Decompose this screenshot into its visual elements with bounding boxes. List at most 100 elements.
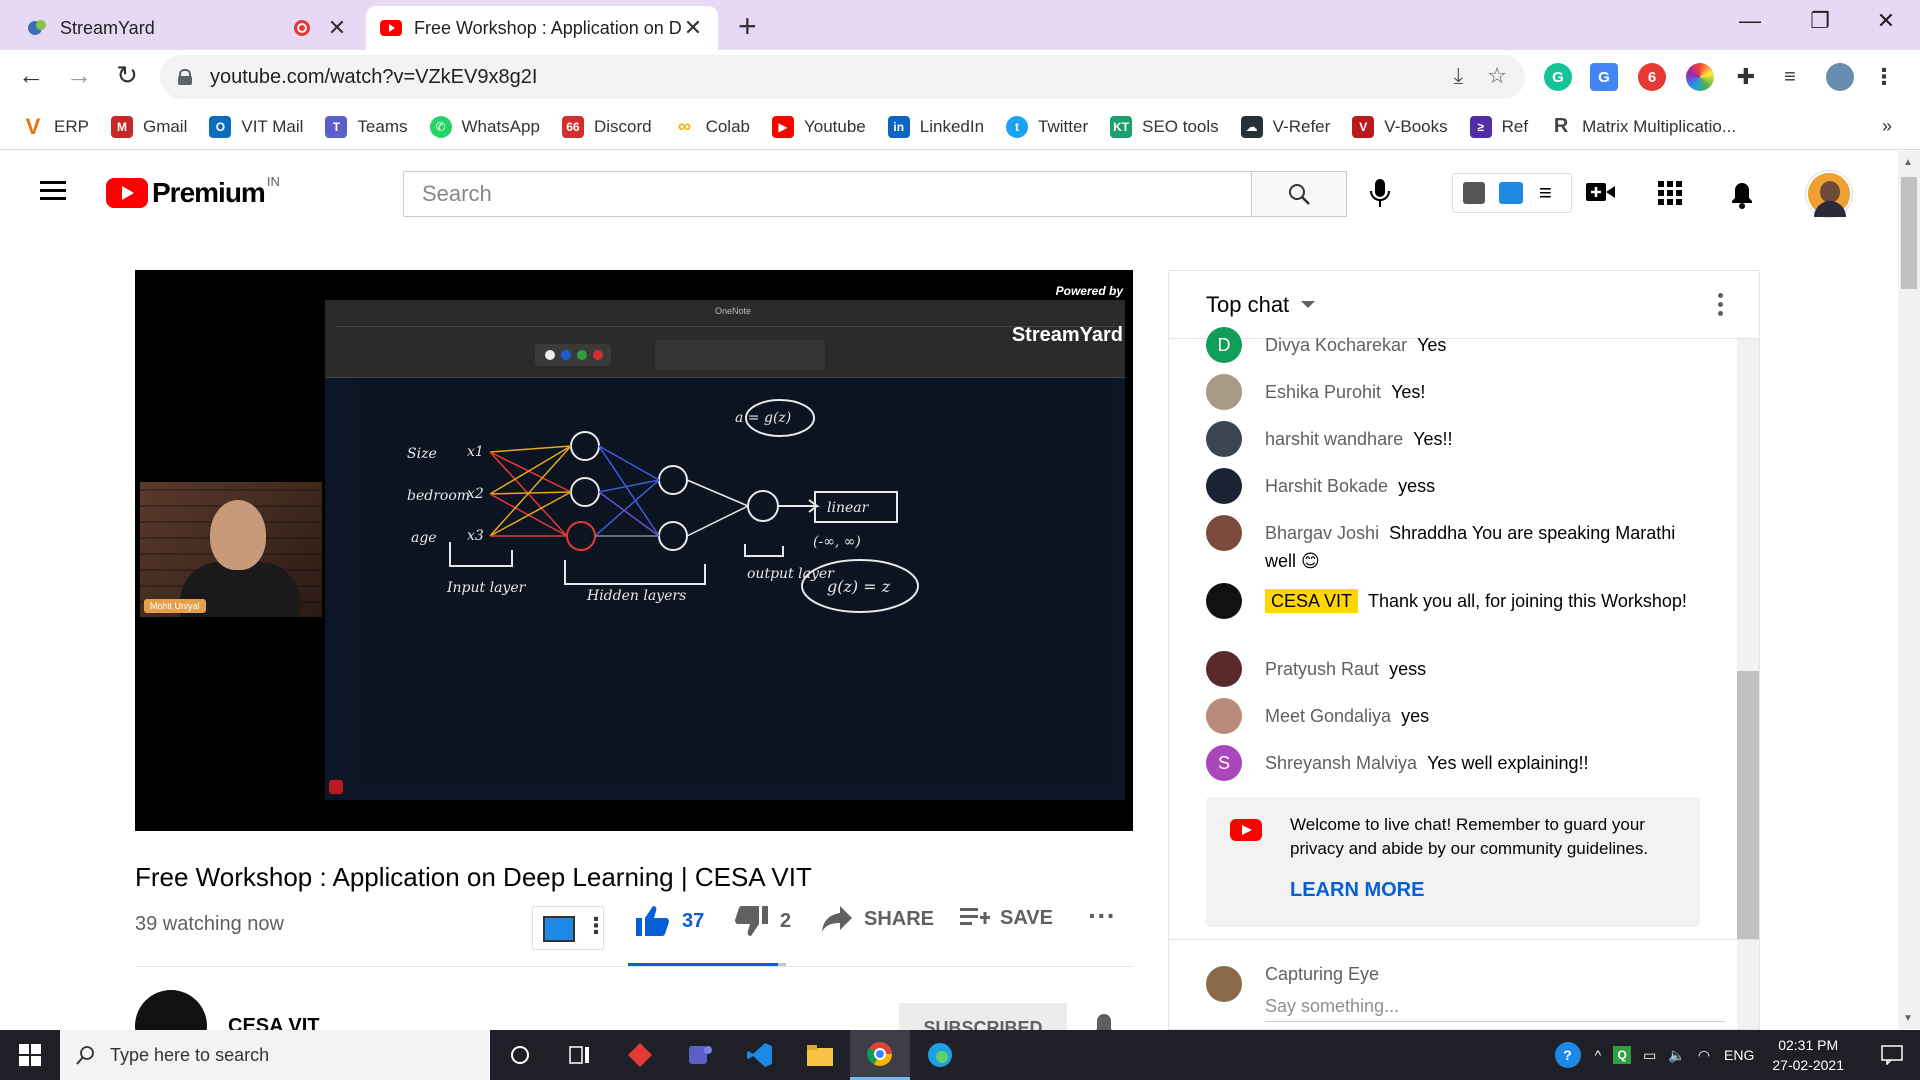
back-icon[interactable]: ← [14, 60, 48, 91]
scroll-up-icon[interactable]: ▲ [1903, 157, 1913, 168]
list-icon[interactable]: ≡ [1539, 180, 1552, 206]
search-icon [1289, 184, 1310, 205]
bookmark-v-refer[interactable]: ☁ V-Refer [1240, 115, 1330, 138]
git-app-icon[interactable] [610, 1030, 670, 1080]
taskbar-search[interactable]: Type here to search [60, 1030, 490, 1080]
more-vert-icon[interactable]: ⋮ [585, 913, 607, 939]
wifi-icon[interactable]: ◠ [1698, 1047, 1710, 1064]
language-indicator[interactable]: ENG [1724, 1047, 1754, 1063]
bookmark-ref[interactable]: ≥ Ref [1469, 115, 1528, 138]
dislike-button[interactable]: 2 [734, 906, 791, 936]
share-button[interactable]: SHARE [822, 906, 934, 932]
file-explorer-icon[interactable] [790, 1030, 850, 1080]
bookmark-seo-tools[interactable]: KT SEO tools [1110, 115, 1219, 138]
extension-badge-icon[interactable]: 6 [1638, 63, 1666, 91]
browser-menu-icon[interactable]: ⋮ [1870, 63, 1898, 91]
new-tab-button[interactable]: + [738, 8, 757, 45]
chat-message[interactable]: Eshika Purohit Yes! [1169, 374, 1737, 410]
tab-youtube-workshop[interactable]: Free Workshop : Application on D ✕ [366, 6, 718, 50]
more-actions-icon[interactable]: ··· [1088, 900, 1116, 932]
chat-message[interactable]: Meet Gondaliya yes [1169, 698, 1737, 734]
notifications-icon[interactable] [1864, 1030, 1920, 1080]
bookmark-vit-mail[interactable]: O VIT Mail [209, 115, 303, 138]
iq-extension-button[interactable]: ⋮ [532, 906, 607, 950]
close-tab-icon[interactable]: ✕ [326, 15, 348, 41]
page-scrollbar[interactable]: ▲ ▼ [1898, 151, 1920, 1029]
battery-icon[interactable]: ▭ [1643, 1047, 1656, 1064]
qbittorrent-icon[interactable]: Q [1613, 1046, 1632, 1064]
scroll-down-icon[interactable]: ▼ [1903, 1013, 1913, 1024]
extensions-puzzle-icon[interactable]: ✚ [1732, 63, 1760, 91]
create-video-icon[interactable] [1586, 181, 1616, 208]
chat-message[interactable]: Bhargav Joshi Shraddha You are speaking M… [1169, 515, 1737, 575]
forward-icon[interactable]: → [62, 60, 96, 91]
chat-message[interactable]: S Shreyansh Malviya Yes well explaining!! [1169, 745, 1737, 781]
color-picker-icon[interactable] [1686, 63, 1714, 91]
whatsapp-icon: ✆ [429, 115, 452, 138]
help-icon[interactable]: ? [1554, 1042, 1581, 1068]
youtube-premium-logo[interactable]: Premium IN [106, 174, 280, 209]
chat-message[interactable]: Harshit Bokade yess [1169, 468, 1737, 504]
tab-streamyard[interactable]: StreamYard ✕ [12, 6, 362, 50]
bookmark-gmail[interactable]: M Gmail [110, 115, 187, 138]
voice-search-icon[interactable] [1368, 177, 1392, 214]
volume-icon[interactable]: 🔈 [1668, 1047, 1685, 1064]
edge-icon[interactable] [910, 1030, 970, 1080]
tray-expand-icon[interactable]: ^ [1595, 1047, 1602, 1063]
install-app-icon[interactable]: ⤓ [1454, 63, 1464, 89]
chat-message-input[interactable]: Say something... [1265, 996, 1725, 1022]
url-bar[interactable]: youtube.com/watch?v=VZkEV9x8g2I ⤓ ☆ [160, 55, 1525, 99]
bookmark-youtube[interactable]: ▶ Youtube [771, 115, 866, 138]
reload-icon[interactable]: ↻ [110, 60, 144, 91]
chart-icon[interactable] [1463, 182, 1485, 204]
page-scrollbar-thumb[interactable] [1901, 177, 1917, 289]
bookmark-teams[interactable]: T Teams [325, 115, 408, 138]
iq-icon[interactable] [1499, 182, 1523, 204]
media-queue-icon[interactable]: ≡ [1776, 63, 1804, 91]
bookmark-whatsapp[interactable]: ✆ WhatsApp [429, 115, 540, 138]
clock[interactable]: 02:31 PM 27-02-2021 [1772, 1035, 1844, 1075]
close-tab-icon[interactable]: ✕ [682, 15, 704, 41]
bookmark-matrix[interactable]: R Matrix Multiplicatio... [1550, 115, 1736, 138]
bookmark-v-books[interactable]: V V-Books [1352, 115, 1448, 138]
bookmark-discord[interactable]: 66 Discord [561, 115, 652, 138]
close-window-icon[interactable]: ✕ [1866, 8, 1906, 34]
chat-message[interactable]: Pratyush Raut yess [1169, 651, 1737, 687]
dropdown-caret-icon[interactable] [1301, 301, 1316, 308]
bookmark-star-icon[interactable]: ☆ [1487, 63, 1507, 89]
profile-avatar[interactable] [1826, 63, 1854, 91]
task-view-icon[interactable] [550, 1030, 610, 1080]
chat-mode-selector[interactable]: Top chat [1206, 292, 1289, 318]
bookmark-erp[interactable]: V ERP [22, 114, 89, 139]
notifications-bell-icon[interactable] [1730, 181, 1754, 214]
chat-message[interactable]: D Divya Kocharekar Yes [1169, 327, 1737, 363]
vscode-icon[interactable] [730, 1030, 790, 1080]
chat-scrollbar-thumb[interactable] [1737, 671, 1759, 939]
chat-message[interactable]: harshit wandhare Yes!! [1169, 421, 1737, 457]
windows-start-icon[interactable] [0, 1030, 60, 1080]
search-button[interactable] [1251, 171, 1347, 217]
teams-icon: T [325, 115, 348, 138]
chat-message-owner[interactable]: CESA VIT Thank you all, for joining this … [1169, 583, 1737, 619]
save-button[interactable]: SAVE [960, 906, 1053, 930]
maximize-icon[interactable]: ❐ [1800, 8, 1840, 34]
url-text: youtube.com/watch?v=VZkEV9x8g2I [210, 65, 538, 88]
bookmark-twitter[interactable]: t Twitter [1006, 115, 1088, 138]
bookmark-colab[interactable]: ∞ Colab [674, 116, 750, 138]
bookmark-linkedin[interactable]: in LinkedIn [887, 115, 984, 138]
cortana-icon[interactable] [490, 1030, 550, 1080]
chat-options-icon[interactable] [1718, 293, 1723, 320]
learn-more-link[interactable]: LEARN MORE [1290, 879, 1424, 902]
chrome-taskbar-icon[interactable] [850, 1030, 910, 1080]
video-player[interactable]: OneNote a = g(z) Size bedroom age x1 x2 … [135, 270, 1133, 831]
like-button[interactable]: 37 [636, 906, 704, 936]
apps-grid-icon[interactable] [1658, 181, 1682, 210]
translate-icon[interactable]: G [1590, 63, 1618, 91]
grammarly-icon[interactable]: G [1544, 63, 1572, 91]
teams-app-icon[interactable] [670, 1030, 730, 1080]
minimize-icon[interactable]: — [1730, 8, 1770, 34]
bookmarks-overflow-icon[interactable]: » [1882, 116, 1892, 137]
search-input[interactable]: Search [403, 171, 1252, 217]
menu-icon[interactable] [40, 181, 66, 201]
account-avatar[interactable] [1806, 171, 1852, 217]
